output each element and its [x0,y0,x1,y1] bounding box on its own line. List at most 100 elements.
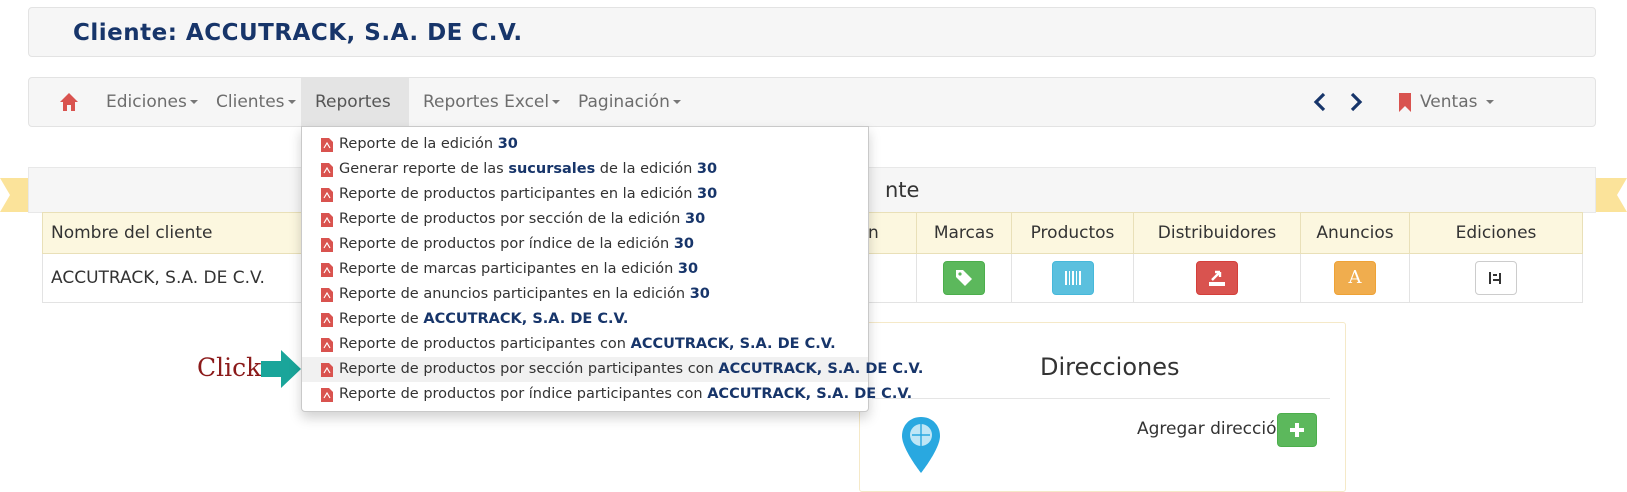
menu-item-text: Generar reporte de las [339,161,509,177]
ediciones-button[interactable] [1475,261,1517,295]
client-title-bar: Cliente: ACCUTRACK, S.A. DE C.V. [28,7,1596,57]
arrow-right-icon [261,350,301,388]
nav-ediciones-label: Ediciones [106,92,187,112]
nav-ventas[interactable]: Ventas [1384,78,1508,126]
nav-clientes[interactable]: Clientes [202,78,310,126]
menu-item-productos-indice-cliente[interactable]: Reporte de productos por índice particip… [302,382,912,407]
caret-down-icon [189,100,198,104]
home-icon[interactable] [59,92,79,116]
nav-reportes[interactable]: Reportes [301,78,409,152]
caret-down-icon [552,100,561,104]
plus-icon [1290,423,1304,437]
menu-item-bold: 30 [673,236,695,252]
nav-clientes-label: Clientes [216,92,285,112]
menu-item-text: Reporte de productos por índice particip… [339,386,708,402]
clients-panel-title: nte [885,178,920,202]
nav-paginacion[interactable]: Paginación [564,78,695,126]
tag-icon [956,270,972,286]
menu-item-marcas-participantes-edicion[interactable]: Reporte de marcas participantes en la ed… [302,257,868,282]
nav-paginacion-label: Paginación [578,92,670,112]
menu-item-productos-seccion-cliente[interactable]: Reporte de productos por sección partici… [302,357,923,382]
col-productos: Productos [1011,212,1134,254]
caret-down-icon [287,100,296,104]
anuncios-letter: A [1348,267,1362,288]
menu-item-reporte-cliente[interactable]: Reporte de ACCUTRACK, S.A. DE C.V. [302,307,868,332]
menu-item-productos-indice-edicion[interactable]: Reporte de productos por índice de la ed… [302,232,868,257]
menu-item-text: Reporte de marcas participantes en la ed… [339,261,678,277]
marcas-cell [916,253,1012,303]
pdf-file-icon [321,288,333,302]
reportes-dropdown-menu: Reporte de la edición 30 Generar reporte… [301,126,923,412]
menu-item-bold: ACCUTRACK, S.A. DE C.V. [423,311,629,327]
menu-item-bold: 30 [689,286,710,302]
nav-reportes-excel[interactable]: Reportes Excel [409,78,574,126]
menu-item-text: Reporte de productos por sección de la e… [339,211,685,227]
distribuidores-button[interactable] [1196,261,1238,295]
menu-item-reporte-sucursales[interactable]: Generar reporte de las sucursales de la … [302,157,868,182]
pdf-file-icon [321,263,333,277]
pdf-file-icon [321,313,333,327]
menu-item-bold: ACCUTRACK, S.A. DE C.V. [718,361,924,377]
menu-item-text: Reporte de productos participantes con [339,336,631,352]
distribuidores-cell [1133,253,1301,303]
ribbon-left-decoration [0,178,28,212]
addresses-divider [872,398,1330,399]
col-anuncios: Anuncios [1300,212,1410,254]
menu-item-bold: sucursales [508,161,596,177]
addresses-title: Direcciones [1040,353,1180,381]
menu-item-reporte-edicion[interactable]: Reporte de la edición 30 [302,132,868,157]
pdf-file-icon [321,363,333,377]
menu-item-productos-participantes-cliente[interactable]: Reporte de productos participantes con A… [302,332,868,357]
chevron-left-icon[interactable] [1313,92,1327,116]
menu-item-bold: 30 [677,261,699,277]
barcode-icon [1064,271,1081,285]
pdf-file-icon [321,338,333,352]
col-ediciones: Ediciones [1409,212,1583,254]
ediciones-cell [1409,253,1583,303]
menu-item-bold-2: 30 [696,161,718,177]
nav-ventas-label: Ventas [1420,92,1478,112]
menu-item-bold: 30 [697,186,718,202]
pdf-file-icon [321,213,333,227]
menu-item-text: Reporte de [339,311,424,327]
pdf-file-icon [321,188,333,202]
nav-ediciones[interactable]: Ediciones [92,78,212,126]
map-pin-icon [902,417,940,473]
menu-item-text: Reporte de productos por sección partici… [339,361,719,377]
nav-reportes-label: Reportes [315,92,391,112]
pdf-file-icon [321,138,333,152]
bookmark-icon [1399,92,1411,112]
productos-cell [1011,253,1134,303]
productos-button[interactable] [1051,261,1094,295]
main-navbar: Ediciones Clientes Reportes Reportes Exc… [28,77,1596,152]
anuncios-button[interactable]: A [1334,261,1376,295]
list-tree-icon [1489,272,1501,284]
menu-item-bold: ACCUTRACK, S.A. DE C.V. [707,386,913,402]
chevron-right-icon[interactable] [1349,92,1363,116]
menu-item-text: Reporte de productos por índice de la ed… [339,236,674,252]
menu-item-bold: 30 [684,211,706,227]
menu-item-text: Reporte de anuncios participantes en la … [339,286,690,302]
caret-down-icon [672,100,681,104]
add-address-label: Agregar dirección [1137,419,1288,439]
pdf-file-icon [321,388,333,402]
pdf-file-icon [321,238,333,252]
page-title: Cliente: ACCUTRACK, S.A. DE C.V. [73,20,523,46]
col-marcas: Marcas [916,212,1012,254]
menu-item-text: Reporte de productos participantes en la… [339,186,698,202]
caret-down-icon [1485,100,1494,104]
menu-item-text: Reporte de la edición [339,136,498,152]
menu-item-anuncios-participantes-edicion[interactable]: Reporte de anuncios participantes en la … [302,282,868,307]
pdf-file-icon [321,163,333,177]
menu-item-productos-seccion-edicion[interactable]: Reporte de productos por sección de la e… [302,207,868,232]
menu-item-bold: ACCUTRACK, S.A. DE C.V. [630,336,836,352]
col-distribuidores: Distribuidores [1133,212,1301,254]
menu-item-text-after: de la edición [595,161,697,177]
export-icon [1209,270,1225,286]
ribbon-right-decoration [1596,178,1627,212]
add-address-button[interactable] [1277,413,1317,447]
menu-item-bold: 30 [497,136,518,152]
nav-reportes-excel-label: Reportes Excel [423,92,550,112]
marcas-button[interactable] [943,261,985,295]
menu-item-productos-participantes-edicion[interactable]: Reporte de productos participantes en la… [302,182,868,207]
